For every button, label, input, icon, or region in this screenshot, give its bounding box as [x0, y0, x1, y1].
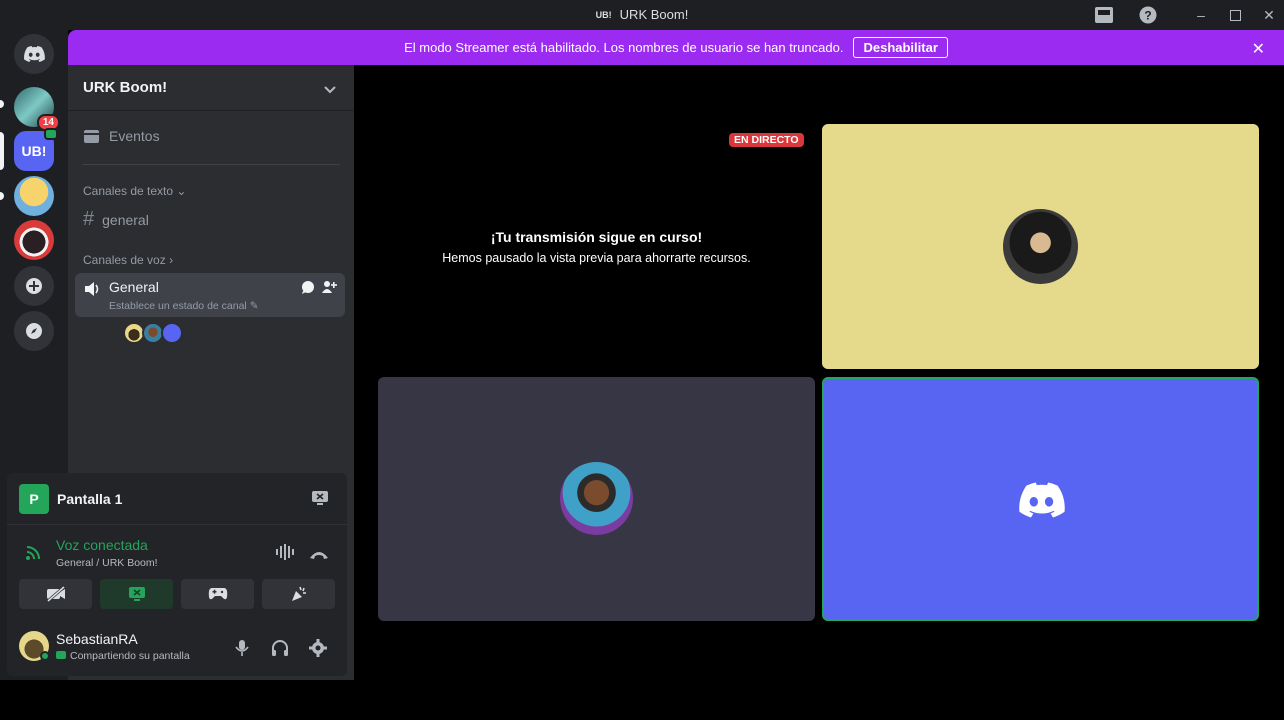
- bottom-strip: [0, 680, 1284, 720]
- share-screen-button[interactable]: [100, 579, 173, 609]
- chevron-down-icon: [324, 81, 336, 98]
- svg-text:?: ?: [1144, 9, 1151, 23]
- add-server-icon[interactable]: [14, 266, 54, 306]
- speaker-icon: [83, 280, 101, 303]
- server-icon-3[interactable]: [14, 176, 54, 216]
- invite-icon[interactable]: [321, 279, 337, 300]
- video-tile-user-3-speaking[interactable]: [822, 377, 1259, 621]
- chevron-right-icon: ›: [169, 253, 174, 267]
- gamepad-icon: [208, 588, 227, 600]
- close-window-icon[interactable]: ✕: [1258, 4, 1280, 26]
- events-item[interactable]: Eventos: [83, 128, 160, 144]
- voice-connected-status[interactable]: Voz conectada: [56, 537, 148, 553]
- camera-off-button[interactable]: [19, 579, 92, 609]
- noise-suppression-icon[interactable]: [275, 544, 295, 565]
- text-category[interactable]: Canales de texto ⌄: [83, 184, 186, 198]
- server-acronym: UB!: [21, 143, 47, 159]
- channel-label: general: [102, 211, 149, 228]
- voice-panel: P Pantalla 1 Voz conectada General / URK…: [7, 473, 347, 676]
- signal-icon: [25, 545, 43, 566]
- live-badge: EN DIRECTO: [729, 133, 804, 147]
- unread-pill: [0, 192, 4, 200]
- minimize-icon[interactable]: –: [1190, 4, 1212, 26]
- username: SebastianRA: [56, 631, 138, 647]
- unread-pill: [0, 100, 4, 108]
- window-title: UB! URK Boom!: [0, 7, 1284, 22]
- voice-channel-general[interactable]: General Establece un estado de canal ✎: [75, 273, 345, 317]
- window-title-prefix: UB!: [595, 10, 612, 20]
- banner-message: El modo Streamer está habilitado. Los no…: [404, 40, 844, 55]
- voice-users: [123, 322, 183, 344]
- voice-activity-icon: [44, 128, 58, 140]
- avatar: [560, 462, 633, 535]
- inbox-icon[interactable]: [1093, 4, 1115, 26]
- server-icon-1[interactable]: 14: [14, 87, 60, 131]
- screen-share-icon: P: [19, 484, 49, 514]
- avatar[interactable]: [161, 322, 183, 344]
- disable-streamer-button[interactable]: Deshabilitar: [853, 37, 948, 58]
- camera-off-icon: [46, 586, 65, 602]
- channel-general[interactable]: # general: [83, 208, 149, 231]
- channel-status-label: Establece un estado de canal: [109, 300, 247, 312]
- gear-icon[interactable]: [309, 639, 327, 662]
- disconnect-icon[interactable]: [309, 547, 329, 565]
- pencil-icon: ✎: [249, 300, 259, 312]
- action-buttons: [19, 579, 335, 609]
- help-icon[interactable]: ?: [1137, 4, 1159, 26]
- avatar: [1003, 209, 1078, 284]
- server-icon-urk-boom[interactable]: UB!: [14, 128, 58, 171]
- screen-share-label: Pantalla 1: [57, 491, 123, 507]
- voice-location[interactable]: General / URK Boom!: [56, 557, 158, 569]
- video-tile-user-1[interactable]: [822, 124, 1259, 369]
- explore-icon[interactable]: [14, 311, 54, 351]
- stop-stream-icon[interactable]: [311, 490, 329, 511]
- headphones-icon[interactable]: [271, 639, 289, 662]
- divider: [82, 164, 340, 165]
- close-banner-icon[interactable]: ✕: [1252, 39, 1265, 59]
- discord-home-icon[interactable]: [14, 34, 54, 74]
- online-status-dot: [40, 651, 50, 661]
- streaming-icon: [56, 651, 66, 659]
- hash-icon: #: [83, 208, 95, 230]
- screen-icon-letter: P: [29, 491, 39, 507]
- calendar-icon: [84, 130, 99, 143]
- screen-share-x-icon: [128, 587, 145, 601]
- voice-channel-label: General: [109, 279, 159, 295]
- chat-icon[interactable]: [301, 280, 315, 299]
- text-category-label: Canales de texto: [83, 184, 174, 198]
- voice-category[interactable]: Canales de voz ›: [83, 253, 173, 267]
- screen-share-row: P Pantalla 1: [7, 473, 347, 525]
- title-bar: UB! URK Boom! ? – ✕: [0, 0, 1284, 30]
- maximize-icon[interactable]: [1224, 4, 1246, 26]
- microphone-icon[interactable]: [235, 639, 249, 662]
- server-header[interactable]: URK Boom!: [68, 65, 354, 111]
- video-tile-user-2[interactable]: [378, 377, 815, 621]
- server-name: URK Boom!: [83, 79, 168, 96]
- stream-paused-subtitle: Hemos pausado la vista previa para ahorr…: [442, 251, 751, 265]
- discord-logo-icon: [1017, 482, 1065, 523]
- activity-button[interactable]: [181, 579, 254, 609]
- channel-status[interactable]: Establece un estado de canal ✎: [109, 300, 259, 312]
- chevron-down-icon: ⌄: [176, 184, 187, 198]
- selected-pill: [0, 132, 4, 170]
- window-title-text: URK Boom!: [619, 7, 689, 22]
- soundboard-button[interactable]: [262, 579, 335, 609]
- server-icon-4[interactable]: [14, 220, 54, 260]
- stream-paused-title: ¡Tu transmisión sigue en curso!: [490, 229, 703, 245]
- streamer-mode-banner: El modo Streamer está habilitado. Los no…: [68, 30, 1284, 65]
- soundboard-icon: [291, 586, 306, 601]
- user-status: Compartiendo su pantalla: [56, 650, 190, 662]
- user-status-label: Compartiendo su pantalla: [70, 650, 190, 662]
- events-label: Eventos: [109, 128, 160, 144]
- voice-category-label: Canales de voz: [83, 253, 166, 267]
